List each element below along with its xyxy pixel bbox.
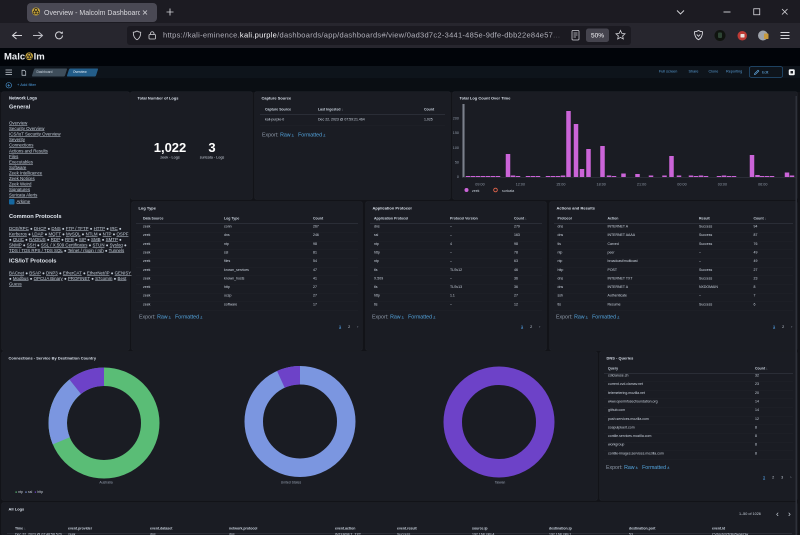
svg-text:03:00: 03:00: [718, 183, 727, 187]
svg-text:12:00: 12:00: [516, 183, 525, 187]
svg-text:50: 50: [455, 161, 459, 165]
svg-text:suricata: suricata: [502, 189, 514, 193]
svg-text:06:00: 06:00: [758, 183, 767, 187]
svg-text:200: 200: [453, 117, 459, 121]
svg-text:100: 100: [453, 146, 459, 150]
svg-text:zeek: zeek: [472, 189, 480, 193]
svg-text:150: 150: [453, 131, 459, 135]
svg-text:18:00: 18:00: [597, 183, 606, 187]
svg-text:0: 0: [457, 175, 459, 179]
svg-text:09:00: 09:00: [475, 183, 484, 187]
svg-text:15:00: 15:00: [556, 183, 565, 187]
svg-text:21:00: 21:00: [637, 183, 646, 187]
svg-text:00:00: 00:00: [677, 183, 686, 187]
